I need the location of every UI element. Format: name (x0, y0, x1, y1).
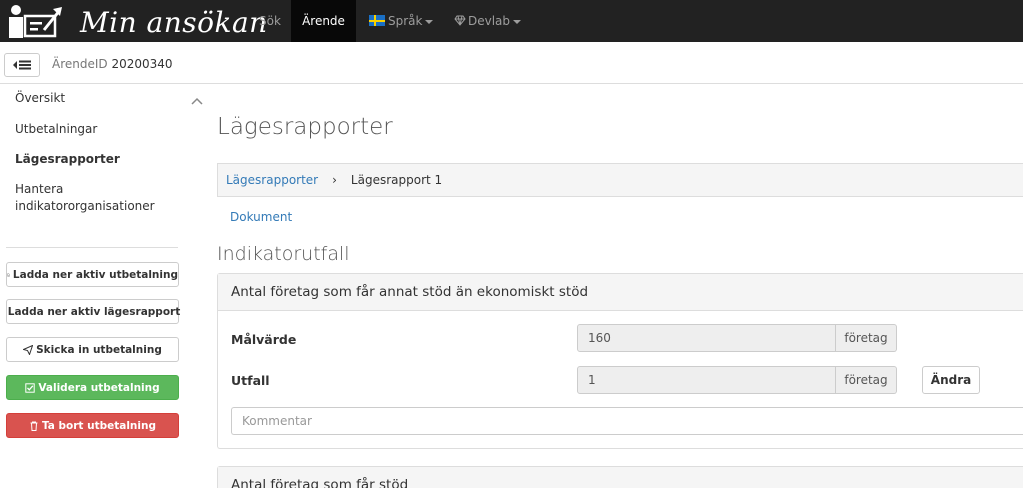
brand-title: Min ansökan (80, 6, 268, 39)
delete-payment-button[interactable]: Ta bort utbetalning (6, 413, 179, 438)
scroll-up-chevron-icon[interactable] (190, 94, 204, 108)
nav-devlab-dropdown[interactable]: Devlab (454, 0, 522, 42)
nav-sprak-dropdown[interactable]: Språk (369, 0, 434, 42)
indicator-panel-2: Antal företag som får stöd (217, 466, 1023, 488)
delete-payment-label: Ta bort utbetalning (41, 419, 157, 432)
diamond-icon (454, 15, 466, 26)
target-value-field: 160 (577, 324, 836, 352)
sidebar: Översikt Utbetalningar Lägesrapporter Ha… (0, 84, 207, 488)
download-active-report-label: Ladda ner aktiv lägesrapport (7, 305, 181, 318)
submit-payment-label: Skicka in utbetalning (36, 343, 162, 356)
subheader: ÄrendeID 20200340 (0, 42, 1023, 84)
main-content: Lägesrapporter Lägesrapporter › Lägesrap… (217, 84, 1023, 488)
arende-id-value: 20200340 (111, 57, 173, 71)
nav-sok[interactable]: Sök (249, 0, 291, 42)
target-value-label: Målvärde (231, 332, 297, 347)
change-outcome-button[interactable]: Ändra (922, 366, 980, 394)
target-unit-addon: företag (836, 324, 897, 352)
brand-logo-icon (9, 5, 62, 38)
paper-plane-icon (23, 344, 34, 355)
breadcrumb-separator: › (332, 173, 337, 187)
comment-input[interactable] (231, 407, 1023, 435)
nav-sok-label: Sök (259, 14, 281, 28)
indicator-panel: Antal företag som får annat stöd än ekon… (217, 273, 1023, 449)
download-active-payment-button[interactable]: Ladda ner aktiv utbetalning (6, 262, 179, 287)
section-title-indikatorutfall: Indikatorutfall (217, 243, 350, 265)
file-pdf-icon (7, 273, 10, 276)
breadcrumb-current: Lägesrapport 1 (350, 173, 443, 187)
breadcrumb-link-lagesrapporter[interactable]: Lägesrapporter (226, 173, 318, 187)
outcome-unit-addon: företag (836, 366, 897, 394)
indicator-panel-heading: Antal företag som får annat stöd än ekon… (218, 274, 1023, 311)
target-value-group: 160 företag (577, 324, 897, 352)
nav-sprak-label: Språk (388, 14, 423, 28)
page-title: Lägesrapporter (217, 114, 393, 140)
arende-id-label: ÄrendeID (52, 57, 108, 71)
outcome-field[interactable]: 1 (577, 366, 836, 394)
nav-arende[interactable]: Ärende (291, 0, 356, 42)
top-navbar: Min ansökan Sök Ärende Språk Devlab (0, 0, 1023, 42)
indicator-panel-2-heading: Antal företag som får stöd (218, 467, 1023, 488)
swedish-flag-icon (369, 15, 385, 26)
validate-payment-label: Validera utbetalning (38, 381, 160, 394)
sidebar-item-lagesrapporter[interactable]: Lägesrapporter (15, 151, 120, 168)
outcome-group: 1 företag (577, 366, 897, 394)
chevron-down-icon (513, 19, 522, 24)
sidebar-item-oversikt[interactable]: Översikt (15, 90, 65, 107)
nav-devlab-label: Devlab (468, 14, 511, 28)
validate-payment-button[interactable]: Validera utbetalning (6, 375, 179, 400)
tab-dokument[interactable]: Dokument (230, 210, 292, 224)
breadcrumb: Lägesrapporter › Lägesrapport 1 (217, 163, 1023, 197)
check-square-icon (25, 382, 36, 393)
submit-payment-button[interactable]: Skicka in utbetalning (6, 337, 179, 362)
trash-icon (30, 421, 38, 431)
sidebar-toggle-button[interactable] (4, 53, 40, 77)
collapse-menu-icon (13, 60, 31, 70)
outcome-label: Utfall (231, 373, 270, 388)
sidebar-item-hantera-indikatororganisationer[interactable]: Hantera indikatororganisationer (15, 181, 165, 215)
chevron-down-icon (425, 19, 434, 24)
arende-id: ÄrendeID 20200340 (52, 57, 173, 71)
nav-arende-label: Ärende (302, 14, 345, 28)
sidebar-divider (6, 247, 178, 248)
sidebar-item-utbetalningar[interactable]: Utbetalningar (15, 121, 97, 138)
download-active-payment-label: Ladda ner aktiv utbetalning (12, 268, 178, 281)
download-active-report-button[interactable]: Ladda ner aktiv lägesrapport (6, 299, 181, 324)
